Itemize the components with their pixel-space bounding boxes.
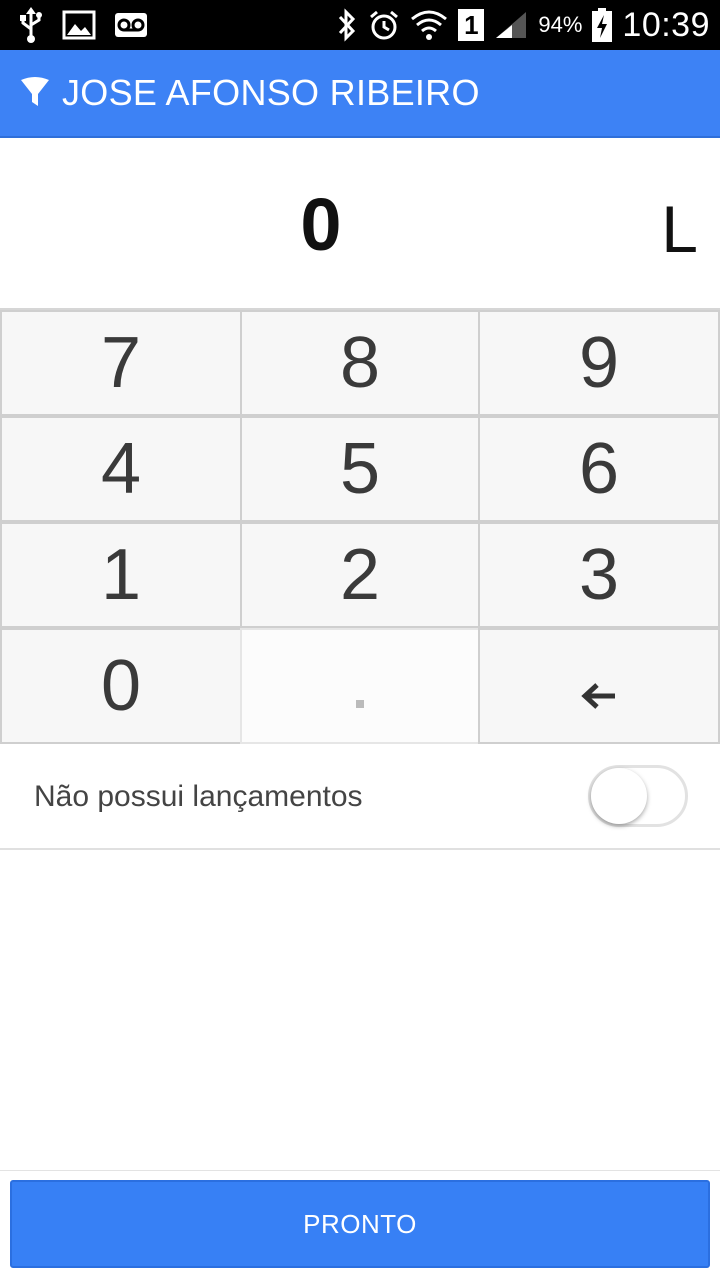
status-bar: 1 94% 10:39 xyxy=(0,0,720,50)
key-9[interactable]: 9 xyxy=(478,310,720,416)
toggle-knob xyxy=(591,768,647,824)
key-2[interactable]: 2 xyxy=(240,522,480,628)
bottom-divider xyxy=(0,1170,720,1171)
key-decimal[interactable] xyxy=(240,628,480,744)
no-entries-toggle-row: Não possui lançamentos xyxy=(0,744,720,850)
done-button[interactable]: PRONTO xyxy=(10,1180,710,1268)
status-bar-right: 1 94% 10:39 xyxy=(336,0,710,50)
status-time: 10:39 xyxy=(622,5,710,44)
bluetooth-icon xyxy=(336,8,358,42)
display-value: 0 xyxy=(300,183,342,266)
display-unit: L xyxy=(661,192,698,266)
alarm-icon xyxy=(368,9,400,41)
decimal-point-icon xyxy=(356,700,364,708)
key-0[interactable]: 0 xyxy=(0,628,242,744)
wifi-icon xyxy=(410,9,448,41)
no-entries-toggle[interactable] xyxy=(588,765,688,827)
numeric-keypad: 7 8 9 4 5 6 1 2 3 0 xyxy=(0,308,720,744)
status-bar-left xyxy=(18,0,148,50)
key-1[interactable]: 1 xyxy=(0,522,242,628)
key-7[interactable]: 7 xyxy=(0,310,242,416)
key-4[interactable]: 4 xyxy=(0,416,242,522)
battery-charging-icon xyxy=(592,8,613,42)
backspace-key[interactable] xyxy=(478,628,720,744)
sim-icon: 1 xyxy=(458,9,485,41)
image-icon xyxy=(62,10,96,40)
filter-icon[interactable] xyxy=(20,76,50,110)
page-title: JOSE AFONSO RIBEIRO xyxy=(62,72,480,113)
key-3[interactable]: 3 xyxy=(478,522,720,628)
usb-icon xyxy=(18,7,44,43)
signal-icon xyxy=(494,10,528,40)
key-6[interactable]: 6 xyxy=(478,416,720,522)
app-bar: JOSE AFONSO RIBEIRO xyxy=(0,50,720,138)
battery-percent: 94% xyxy=(538,12,583,37)
key-5[interactable]: 5 xyxy=(240,416,480,522)
key-8[interactable]: 8 xyxy=(240,310,480,416)
toggle-label: Não possui lançamentos xyxy=(34,780,363,813)
backspace-arrow-icon xyxy=(581,645,617,727)
voicemail-icon xyxy=(114,12,148,38)
